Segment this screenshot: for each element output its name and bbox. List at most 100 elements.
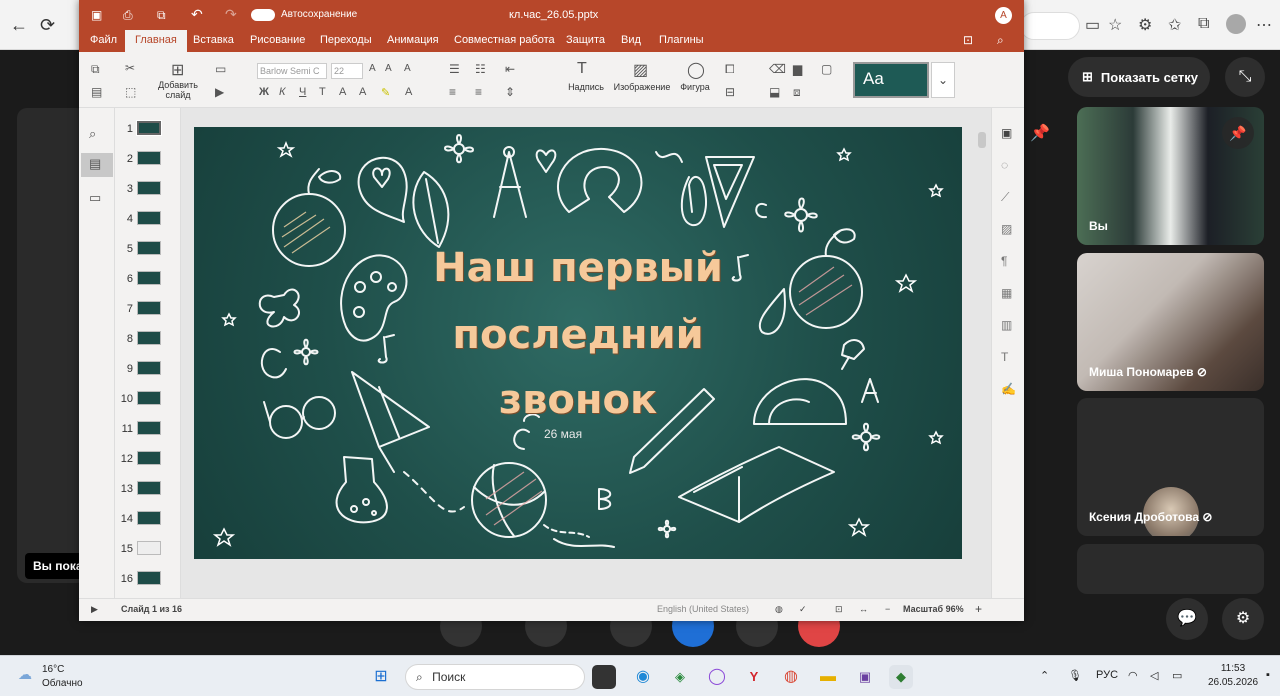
current-slide[interactable]: Наш первый последний звонок 26 мая bbox=[194, 127, 962, 559]
slide-thumb[interactable]: 15 bbox=[115, 540, 181, 560]
chevron-up-icon[interactable]: ⌃ bbox=[1040, 669, 1049, 682]
slide-thumb[interactable]: 14 bbox=[115, 510, 181, 530]
image-settings-icon[interactable]: ▨ bbox=[1001, 222, 1012, 236]
undo-icon[interactable]: ↶ bbox=[191, 6, 203, 23]
app-icon[interactable]: ▣ bbox=[853, 665, 877, 689]
slide-thumb[interactable]: 9 bbox=[115, 360, 181, 380]
arrange-icon[interactable]: ⧠ bbox=[725, 62, 735, 77]
indent-icon[interactable]: ⇤ bbox=[505, 62, 515, 76]
pin-icon[interactable]: 📌 bbox=[1030, 123, 1050, 143]
chart-settings-icon[interactable]: ⟋ bbox=[1001, 190, 1009, 205]
quick-print-icon[interactable]: ⧉ bbox=[157, 8, 166, 23]
slide-thumb[interactable]: 2 bbox=[115, 150, 181, 170]
battery-icon[interactable]: ▭ bbox=[1172, 669, 1182, 682]
subscript-icon[interactable]: A bbox=[359, 86, 366, 98]
slide-thumb[interactable]: 8 bbox=[115, 330, 181, 350]
globe-app-icon[interactable]: ◈ bbox=[668, 665, 692, 689]
slide-thumb[interactable]: 12 bbox=[115, 450, 181, 470]
zoom-in-icon[interactable]: + bbox=[975, 602, 982, 616]
slide-thumb[interactable]: 1 bbox=[115, 120, 181, 140]
clear-format-icon[interactable]: A bbox=[404, 63, 411, 74]
paste-icon[interactable]: ▤ bbox=[91, 85, 102, 99]
tab-insert[interactable]: Вставка bbox=[193, 34, 234, 46]
slide-date[interactable]: 26 мая bbox=[544, 427, 582, 441]
print-icon[interactable]: ⎙ bbox=[123, 8, 133, 23]
font-color-icon[interactable]: A bbox=[405, 86, 412, 98]
slides-icon[interactable]: ▤ bbox=[89, 156, 101, 172]
align-objects-icon[interactable]: ⊟ bbox=[725, 85, 735, 99]
shape-icon[interactable]: ◯ bbox=[687, 60, 705, 80]
collections-icon[interactable]: ⧉ bbox=[1198, 15, 1209, 33]
clock[interactable]: 11:53 26.05.2026 bbox=[1198, 662, 1268, 690]
chevron-down-icon[interactable]: ⌄ bbox=[931, 62, 955, 98]
tab-collaboration[interactable]: Совместная работа bbox=[454, 34, 555, 46]
tab-plugins[interactable]: Плагины bbox=[659, 34, 704, 46]
settings-icon[interactable]: ⚙ bbox=[1222, 598, 1264, 640]
favorites-icon[interactable]: ✩ bbox=[1168, 15, 1181, 35]
line-spacing-icon[interactable]: ⇕ bbox=[505, 85, 515, 99]
pin-icon[interactable]: 📌 bbox=[1222, 117, 1254, 149]
participant-tile[interactable] bbox=[1077, 544, 1264, 594]
chat-icon[interactable]: 💬 bbox=[1166, 598, 1208, 640]
refresh-icon[interactable]: ⟳ bbox=[40, 15, 55, 36]
language-select[interactable]: English (United States) bbox=[657, 604, 749, 614]
tab-file[interactable]: Файл bbox=[90, 34, 117, 46]
strikethrough-icon[interactable]: Т bbox=[319, 86, 326, 98]
shape-settings-icon[interactable]: ◌ bbox=[1001, 158, 1008, 172]
add-slide-icon[interactable]: ⊞ bbox=[171, 60, 184, 80]
tab-view[interactable]: Вид bbox=[621, 34, 641, 46]
bullets-icon[interactable]: ☰ bbox=[449, 62, 460, 76]
table-icon[interactable]: ▦ bbox=[1001, 286, 1012, 300]
slide-thumb[interactable]: 16 bbox=[115, 570, 181, 590]
address-bar[interactable] bbox=[1020, 12, 1080, 40]
slide-thumb[interactable]: 11 bbox=[115, 420, 181, 440]
slide-thumb[interactable]: 10 bbox=[115, 390, 181, 410]
comments-icon[interactable]: ▭ bbox=[89, 190, 101, 206]
collapse-icon[interactable]: ⤡ bbox=[1225, 57, 1265, 97]
slideshow-icon[interactable]: ▶ bbox=[91, 604, 98, 615]
italic-icon[interactable]: К bbox=[279, 86, 285, 98]
participant-tile[interactable]: Ксения Дроботова ⊘ bbox=[1077, 398, 1264, 536]
profile-icon[interactable] bbox=[1226, 14, 1246, 34]
notifications-icon[interactable]: ▪ bbox=[1266, 669, 1270, 681]
image-label[interactable]: Изображение bbox=[612, 82, 672, 92]
slide-thumb[interactable]: 5 bbox=[115, 240, 181, 260]
task-view-icon[interactable] bbox=[592, 665, 616, 689]
copy-icon[interactable]: ⧉ bbox=[91, 62, 100, 77]
effects-icon[interactable]: ⧈ bbox=[793, 85, 801, 100]
slide-thumb[interactable]: 4 bbox=[115, 210, 181, 230]
tab-animation[interactable]: Анимация bbox=[387, 34, 439, 46]
slide-editor[interactable]: Наш первый последний звонок 26 мая bbox=[181, 108, 996, 598]
globe-icon[interactable]: ◍ bbox=[775, 604, 783, 615]
text-art-icon[interactable]: T bbox=[1001, 350, 1008, 364]
edge-icon[interactable]: ◉ bbox=[631, 665, 655, 689]
chart-icon[interactable]: ▥ bbox=[1001, 318, 1012, 332]
outline-icon[interactable]: ▢ bbox=[821, 62, 832, 76]
participant-tile[interactable]: 📌 Вы bbox=[1077, 107, 1264, 245]
slide-title-line2[interactable]: последний bbox=[194, 312, 962, 358]
font-name-select[interactable]: Barlow Semi C bbox=[257, 63, 327, 79]
zoom-out-icon[interactable]: − bbox=[885, 604, 890, 614]
eraser-icon[interactable]: ⌫ bbox=[769, 62, 786, 76]
back-icon[interactable]: ← bbox=[10, 15, 28, 36]
cut-icon[interactable]: ✂ bbox=[125, 61, 135, 75]
participant-tile[interactable]: Миша Пономарев ⊘ bbox=[1077, 253, 1264, 391]
fit-slide-icon[interactable]: ⊡ bbox=[835, 604, 843, 615]
redo-icon[interactable]: ↷ bbox=[225, 6, 237, 23]
autosave-toggle[interactable] bbox=[251, 9, 275, 21]
chrome-icon[interactable]: ◍ bbox=[779, 665, 803, 689]
volume-icon[interactable]: ◁ bbox=[1150, 669, 1158, 682]
search-icon[interactable]: ⌕ bbox=[89, 126, 96, 142]
microphone-icon[interactable]: 🎙 bbox=[1068, 669, 1082, 682]
user-avatar[interactable]: A bbox=[995, 7, 1012, 24]
text-box-label[interactable]: Надпись bbox=[563, 82, 609, 92]
open-location-icon[interactable]: ⊡ bbox=[963, 33, 973, 47]
add-slide-label-2[interactable]: слайд bbox=[155, 90, 201, 100]
tab-draw[interactable]: Рисование bbox=[250, 34, 305, 46]
folder-icon[interactable]: ▬ bbox=[816, 665, 840, 689]
start-icon[interactable]: ⊞ bbox=[369, 665, 393, 689]
font-size-select[interactable]: 22 bbox=[331, 63, 363, 79]
wifi-icon[interactable]: ◠ bbox=[1128, 669, 1138, 682]
shape-label[interactable]: Фигура bbox=[675, 82, 715, 92]
increase-font-icon[interactable]: A bbox=[369, 63, 376, 74]
